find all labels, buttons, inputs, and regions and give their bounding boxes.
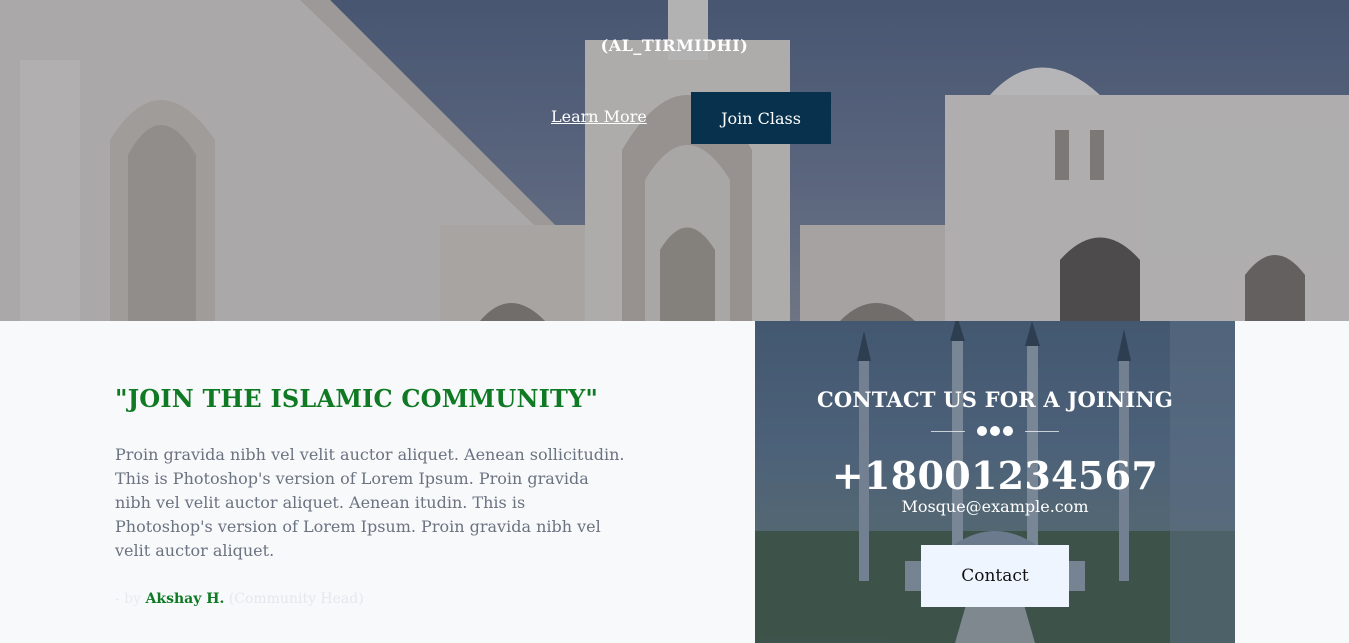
contact-panel: CONTACT US FOR A JOINING +18001234567 Mo… xyxy=(755,321,1235,643)
join-class-button[interactable]: Join Class xyxy=(691,92,831,144)
community-section: "JOIN THE ISLAMIC COMMUNITY" Proin gravi… xyxy=(115,384,635,607)
testimonial-byline: - by Akshay H. (Community Head) xyxy=(115,591,635,607)
learn-more-link[interactable]: Learn More xyxy=(551,107,647,126)
hero-subtitle: (AL_TIRMIDHI) xyxy=(600,36,749,55)
author-name: Akshay H. xyxy=(145,591,225,607)
author-role: (Community Head) xyxy=(224,591,364,607)
community-description: Proin gravida nibh vel velit auctor aliq… xyxy=(115,445,625,560)
byline-prefix: - by xyxy=(115,591,146,607)
title-divider xyxy=(931,425,1059,437)
contact-phone: +18001234567 xyxy=(831,453,1159,498)
contact-title: CONTACT US FOR A JOINING xyxy=(817,387,1173,412)
contact-button[interactable]: Contact xyxy=(921,545,1069,607)
community-heading: "JOIN THE ISLAMIC COMMUNITY" xyxy=(115,384,599,413)
contact-email: Mosque@example.com xyxy=(901,497,1089,516)
hero-banner: (AL_TIRMIDHI) Learn More Join Class xyxy=(0,0,1349,321)
